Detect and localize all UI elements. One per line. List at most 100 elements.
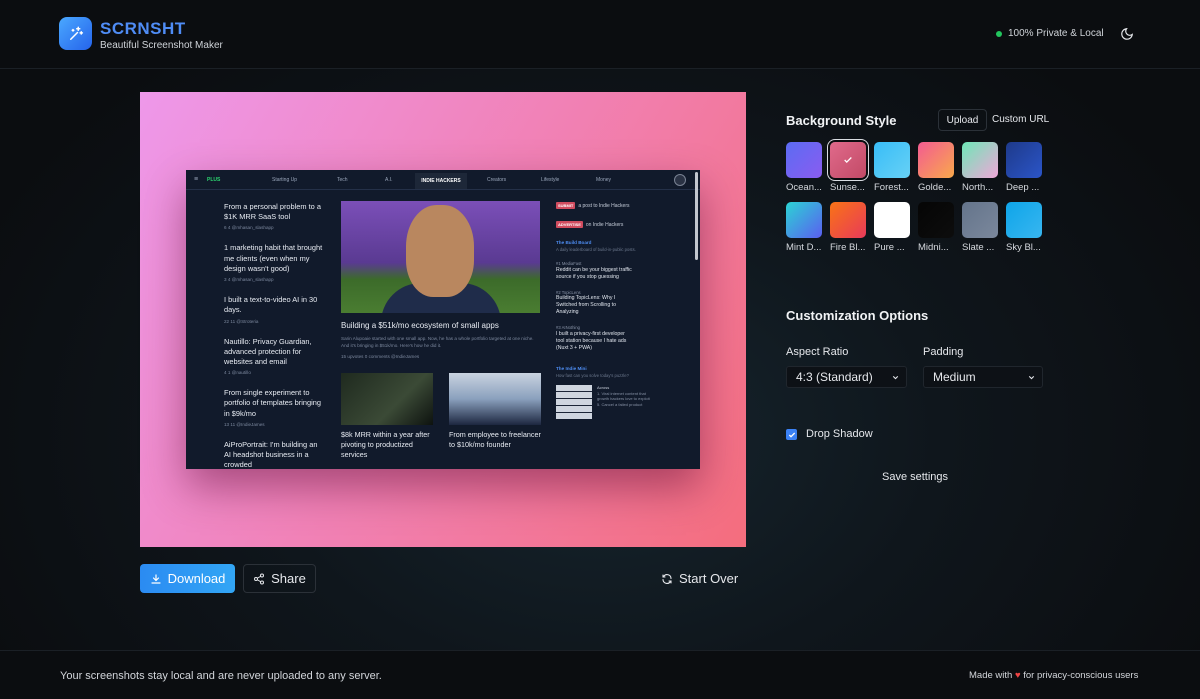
post-meta: 22 11 @Stroteria [224, 318, 259, 324]
thumb-card: From employee to freelancer to $10k/mo f… [449, 373, 541, 460]
privacy-status: 100% Private & Local [996, 28, 1104, 39]
save-settings-button[interactable]: Save settings [882, 471, 948, 483]
submit-tag: SUBMIT [556, 202, 576, 209]
board-item-title: Building TopicLens: Why I Switched from … [556, 295, 616, 316]
post-title: Nautillo: Privacy Guardian, advanced pro… [224, 336, 312, 366]
download-label: Download [167, 571, 226, 586]
background-swatch[interactable] [918, 142, 954, 178]
share-icon [254, 573, 265, 584]
mini-puzzle: Across 1. Viral internet content that gro… [556, 385, 656, 420]
board-subtitle: A daily leaderboard of build-in-public p… [556, 247, 636, 252]
check-icon [788, 432, 795, 438]
feature-meta: 15 upvotes 0 comments @IndieJames [341, 354, 420, 360]
privacy-status-label: 100% Private & Local [1008, 28, 1104, 39]
board-item: #2 TopicLens Building TopicLens: Why I Sw… [556, 290, 634, 317]
brand-name: SCRNSHT [100, 19, 186, 38]
padding-select[interactable]: Medium [923, 366, 1043, 388]
drop-shadow-checkbox[interactable] [786, 429, 797, 440]
preview-nav: ≡ PLUS Starting Up Tech A.I. INDIE HACKE… [186, 170, 700, 190]
start-over-label: Start Over [679, 571, 739, 586]
moon-icon [1121, 28, 1133, 40]
theme-toggle-button[interactable] [1118, 25, 1136, 43]
preview-nav-item: Lifestyle [541, 177, 560, 183]
download-button[interactable]: Download [140, 564, 235, 593]
background-swatch[interactable] [1006, 202, 1042, 238]
background-swatch[interactable] [786, 202, 822, 238]
mini-clues: 1. Viral internet content that growth ha… [597, 390, 650, 407]
feature-illustration [341, 201, 540, 313]
app-logo [59, 17, 92, 50]
footer-credit: Made with ♥ for privacy-conscious users [969, 670, 1138, 681]
background-swatch[interactable] [874, 202, 910, 238]
padding-label: Padding [923, 346, 964, 358]
post-title: I built a text-to-video AI in 30 days. [224, 295, 318, 315]
post-title: From single experiment to portfolio of t… [224, 388, 321, 418]
aspect-ratio-select[interactable]: 4:3 (Standard) [786, 366, 907, 388]
background-swatch[interactable] [1006, 142, 1042, 178]
preview-nav-active: INDIE HACKERS [415, 173, 467, 189]
refresh-icon [662, 573, 672, 584]
preview-nav-item: Tech [337, 177, 348, 183]
sparkle-icon [69, 26, 83, 40]
background-swatch-label: Ocean... [786, 182, 822, 193]
footer-privacy-note: Your screenshots stay local and are neve… [60, 670, 382, 682]
thumb-posts: $8k MRR within a year after pivoting to … [341, 373, 541, 460]
chevron-down-icon [1028, 375, 1035, 379]
preview-left-column: From a personal problem to a $1K MRR Saa… [224, 202, 326, 469]
check-icon [844, 157, 852, 163]
share-button[interactable]: Share [243, 564, 316, 593]
list-item: From single experiment to portfolio of t… [224, 388, 326, 427]
start-over-button[interactable]: Start Over [661, 564, 738, 593]
feature-description: Sarin Alupoaie started with one small ap… [341, 336, 534, 348]
list-item: From a personal problem to a $1K MRR Saa… [224, 202, 326, 230]
background-swatch[interactable] [830, 202, 866, 238]
background-swatch[interactable] [918, 202, 954, 238]
footer-credit-suffix: for privacy-conscious users [1023, 670, 1139, 681]
submit-row: SUBMIT a post to Indie Hackers [556, 202, 656, 209]
submit-text: a post to Indie Hackers [578, 202, 630, 209]
download-icon [150, 573, 161, 584]
background-swatch[interactable] [830, 142, 866, 178]
background-swatch-label: Midni... [918, 242, 949, 253]
background-swatch-label: Forest... [874, 182, 909, 193]
advertise-text: on Indie Hackers [585, 221, 624, 228]
preview-right-column: SUBMIT a post to Indie Hackers ADVERTISE o… [556, 202, 656, 420]
brand-tagline: Beautiful Screenshot Maker [100, 40, 223, 51]
board-rank: #2 [556, 289, 561, 295]
background-swatch[interactable] [962, 202, 998, 238]
preview-nav-item: Creators [487, 177, 507, 183]
background-swatch-label: Pure ... [874, 242, 905, 253]
background-swatch-label: Sunse... [830, 182, 865, 193]
post-meta: 6 4 @mhasan_slashapp [224, 225, 274, 231]
board-item: #3 AINothing I built a privacy-first deve… [556, 325, 634, 352]
board-item-title: Reddit can be your biggest traffic sourc… [556, 266, 632, 280]
preview-middle-column: Building a $51k/mo ecosystem of small ap… [341, 201, 541, 461]
thumb-card: $8k MRR within a year after pivoting to … [341, 373, 433, 460]
customization-heading: Customization Options [786, 308, 929, 323]
preview-avatar [674, 174, 686, 186]
advertise-tag: ADVERTISE [556, 221, 583, 228]
preview-nav-item: Starting Up [272, 177, 298, 183]
thumb-image [341, 373, 433, 426]
thumb-title: $8k MRR within a year after pivoting to … [341, 430, 430, 460]
background-swatch[interactable] [874, 142, 910, 178]
custom-url-button[interactable]: Custom URL [992, 114, 1049, 125]
list-item: 1 marketing habit that brought me client… [224, 243, 326, 282]
board-source: AINothing [561, 325, 580, 331]
background-swatch-label: Deep ... [1006, 182, 1040, 193]
background-style-heading: Background Style [786, 113, 897, 128]
list-item: AiProPortrait: I'm building an AI headsh… [224, 440, 326, 469]
preview-logo: PLUS [207, 177, 221, 183]
upload-button[interactable]: Upload [938, 109, 987, 131]
background-swatch[interactable] [962, 142, 998, 178]
board-rank: #3 [556, 325, 561, 331]
background-swatch-label: Slate ... [962, 242, 995, 253]
drop-shadow-label: Drop Shadow [806, 428, 873, 440]
crossword-grid [556, 385, 592, 420]
portrait-face [406, 205, 474, 297]
background-swatch[interactable] [786, 142, 822, 178]
background-swatch-label: Fire Bl... [830, 242, 866, 253]
post-title: From a personal problem to a $1K MRR Saa… [224, 202, 321, 222]
mini-subtitle: How fast can you solve today's puzzle? [556, 373, 629, 379]
preview-scrollbar [695, 172, 698, 260]
